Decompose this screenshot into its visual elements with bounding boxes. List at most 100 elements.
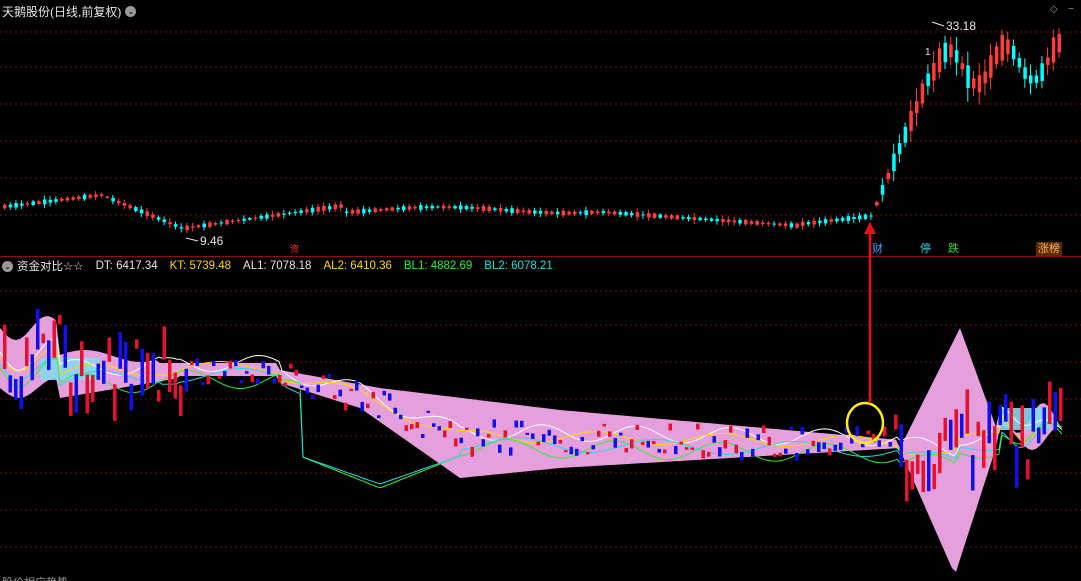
indicator-bar (459, 437, 463, 444)
indicator-bar (432, 423, 436, 427)
indicator-bar (762, 425, 766, 434)
price-candle (875, 201, 879, 206)
price-candle (903, 126, 908, 143)
indicator-bar (1031, 399, 1035, 432)
indicator-chart[interactable] (0, 258, 1081, 581)
stock-title: 天鹅股份(日线,前复权) (2, 4, 122, 19)
price-candle (846, 216, 851, 222)
price-candle (259, 215, 263, 219)
indicator-bar (520, 420, 524, 428)
indicator-bar (300, 385, 304, 389)
price-candle (48, 199, 53, 203)
indicator-bar (294, 369, 298, 376)
price-candle (960, 63, 965, 70)
indicator-bar (344, 402, 348, 411)
indicator-bar (591, 445, 595, 450)
indicator-bar (624, 448, 628, 453)
indicator-bar (635, 424, 639, 430)
price-candle (669, 215, 674, 219)
price-candle (977, 75, 982, 93)
indicator-bar (382, 390, 386, 396)
indicator-bar (118, 332, 122, 369)
high-price-label: 33.18 (946, 19, 976, 33)
price-candle (362, 208, 366, 214)
minimize-icon[interactable]: − (1068, 4, 1074, 15)
indicator-panel[interactable]: ⌄ 资金对比☆☆ DT: 6417.34 KT: 5739.48 AL1: 7078… (0, 258, 1081, 581)
price-chart[interactable]: 33.18 9.46 1 (0, 0, 1081, 257)
indicator-bar (998, 405, 1002, 426)
indicator-bar (894, 414, 898, 430)
event-tag-0[interactable]: 资 (288, 242, 301, 256)
price-candle (168, 222, 172, 225)
price-candle (356, 209, 360, 214)
indicator-bar (1048, 381, 1052, 425)
indicator-bar (481, 439, 485, 447)
indicator-value-0: DT: 6417.34 (95, 260, 158, 272)
indicator-bar (1015, 445, 1019, 488)
indicator-bar (168, 359, 172, 393)
price-candle (590, 210, 594, 215)
indicator-bar (531, 433, 535, 439)
price-candle (926, 73, 930, 86)
indicator-bar (943, 417, 947, 441)
indicator-bar (993, 426, 997, 470)
indicator-bar (30, 354, 34, 381)
price-candle (99, 194, 104, 196)
indicator-bar (921, 460, 925, 493)
price-candle (305, 209, 309, 213)
indicator-bar (602, 423, 606, 427)
price-candle (54, 199, 58, 202)
indicator-bar (1042, 407, 1046, 435)
price-candle (989, 55, 993, 78)
diamond-icon[interactable]: ◇ (1050, 4, 1058, 15)
price-candle (42, 199, 47, 205)
indicator-bar (745, 428, 749, 438)
price-candle (915, 101, 919, 114)
chart-title-bar: 天鹅股份(日线,前复权) ⌄ (2, 3, 137, 19)
indicator-options-icon[interactable]: ⌄ (2, 260, 13, 272)
price-candle (65, 197, 70, 201)
chart-options-dropdown-icon[interactable]: ⌄ (125, 5, 137, 17)
price-candle (1029, 75, 1033, 84)
indicator-bar (355, 380, 359, 391)
indicator-bar (256, 378, 260, 385)
indicator-bar (503, 430, 507, 438)
indicator-bar (905, 459, 909, 502)
indicator-bar (784, 448, 788, 454)
price-candle (897, 143, 902, 155)
indicator-bar (701, 450, 705, 459)
indicator-bar (888, 441, 892, 447)
event-tag-2[interactable]: 停 (918, 242, 933, 256)
indicator-bar (377, 415, 381, 419)
event-tag-1[interactable]: 财 (870, 242, 885, 256)
indicator-bar (465, 427, 469, 430)
indicator-name[interactable]: 资金对比☆☆ (17, 258, 84, 274)
price-candle (886, 172, 890, 180)
price-candle (339, 204, 343, 208)
price-candle (322, 206, 326, 211)
indicator-bar (949, 419, 953, 450)
indicator-value-3: AL2: 6410.36 (323, 260, 392, 272)
indicator-bar (113, 384, 117, 421)
price-candle (379, 208, 383, 211)
price-candle (533, 210, 537, 214)
price-candle (407, 206, 412, 210)
event-tag-4[interactable]: 涨榜 (1036, 242, 1062, 256)
indicator-bar (756, 434, 760, 441)
event-tag-3[interactable]: 跌 (946, 242, 961, 256)
indicator-bar (333, 395, 337, 399)
indicator-bar (388, 393, 392, 401)
price-candle (1057, 33, 1061, 53)
indicator-bar (338, 389, 342, 397)
indicator-bar (140, 348, 144, 396)
indicator-bar (421, 433, 425, 438)
indicator-bar (437, 426, 441, 431)
indicator-bar (3, 324, 7, 369)
price-candle (1011, 46, 1016, 60)
indicator-bar (278, 374, 282, 383)
price-candle (196, 225, 201, 228)
price-chart-panel[interactable]: 33.18 9.46 1 天鹅股份(日线,前复权) ⌄ ◇ − 资 财 停跌 涨榜 (0, 0, 1081, 257)
indicator-bar (267, 365, 271, 375)
price-candle (202, 223, 206, 228)
marker-one-label: 1 (925, 47, 931, 58)
